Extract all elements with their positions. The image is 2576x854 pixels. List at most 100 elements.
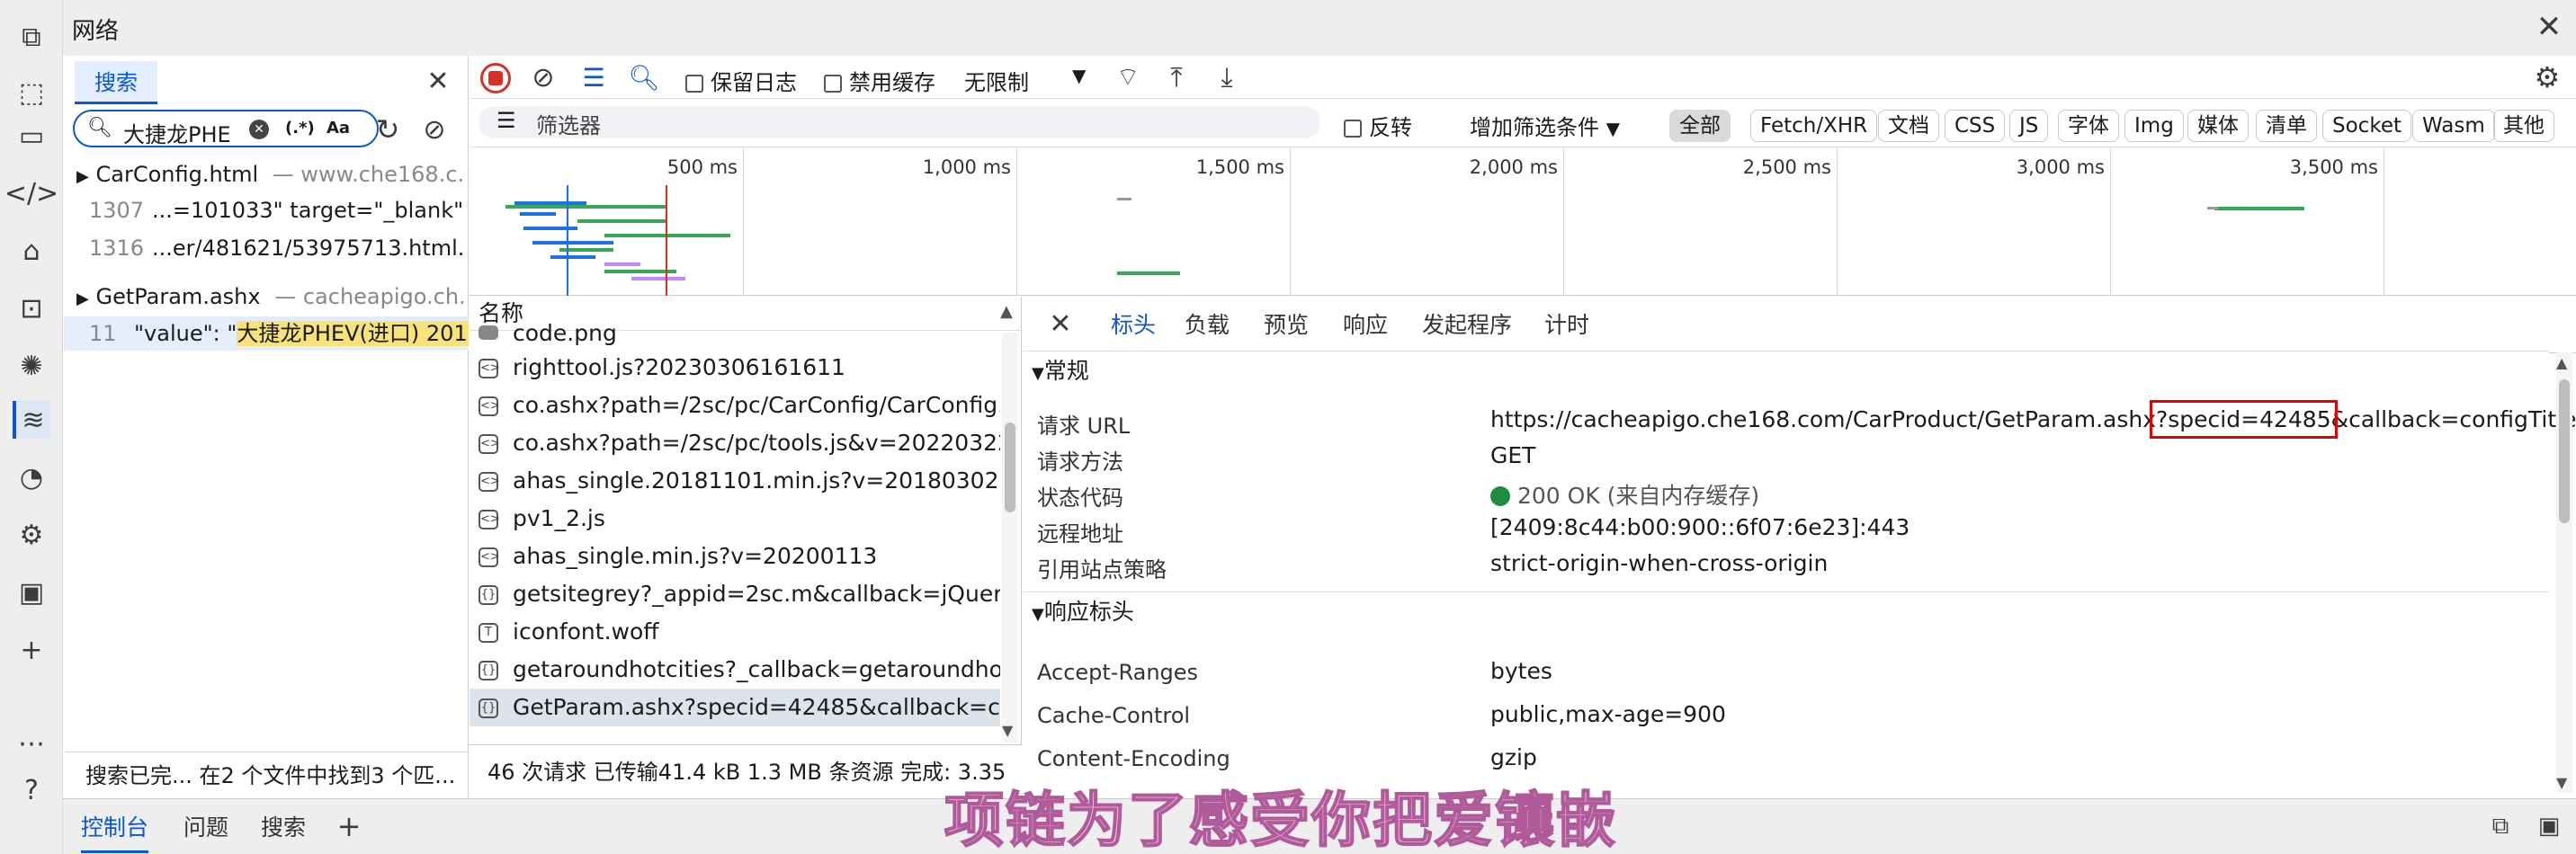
close-search-icon[interactable]: ✕ <box>418 61 458 101</box>
performance-icon[interactable]: ◔ <box>13 458 50 496</box>
upload-icon[interactable]: ⤒ <box>1160 61 1193 93</box>
match-case-toggle[interactable]: Aa <box>326 119 350 138</box>
clear-icon[interactable]: ⊘ <box>527 61 559 93</box>
more-filters-dropdown[interactable]: 增加筛选条件 ▼ <box>1470 110 1620 141</box>
drawer-tab-issues[interactable]: 问题 <box>183 812 228 844</box>
search-input[interactable]: 🔍︎ 大捷龙PHE ✕ (.*) Aa <box>73 110 379 147</box>
result-file[interactable]: ▶ GetParam.ashx — cacheapigo.ch... <box>76 284 463 309</box>
help-icon[interactable]: ? <box>13 771 50 809</box>
detail-scrollbar[interactable]: ▲ ▼ <box>2556 352 2572 793</box>
filter-type-all[interactable]: 全部 <box>1669 110 1731 142</box>
result-line[interactable]: 1307 ...=101033" target="_blank"... <box>89 198 463 223</box>
request-row[interactable]: <> co.ashx?path=/2sc/pc/CarConfig/CarConf… <box>470 387 1000 424</box>
disable-cache-checkbox[interactable]: 禁用缓存 <box>824 65 935 96</box>
result-line-selected[interactable]: 11 "value": "大捷龙PHEV(进口) 201... <box>64 316 469 351</box>
filter-type-css[interactable]: CSS <box>1945 110 2006 142</box>
request-row[interactable]: {} getaroundhotcities?_callback=getaround… <box>470 651 1000 689</box>
inspect-icon[interactable]: ⬚ <box>13 74 50 111</box>
tab-timing[interactable]: 计时 <box>1544 309 1589 342</box>
preserve-log-checkbox[interactable]: 保留日志 <box>685 65 797 96</box>
overview-timeline[interactable]: 500 ms 1,000 ms 1,500 ms 2,000 ms 2,500 … <box>470 147 2576 296</box>
search-icon[interactable]: 🔍︎ <box>628 61 660 93</box>
device-toolbar-icon[interactable]: ⧉ <box>13 18 50 56</box>
tab-preview[interactable]: 预览 <box>1264 309 1309 342</box>
bug-icon[interactable]: ✺ <box>13 347 50 385</box>
request-row[interactable]: <> ahas_single.20181101.min.js?v=20180302… <box>470 462 1000 500</box>
network-status-bar: 46 次请求 已传输41.4 kB 1.3 MB 条资源 完成: 3.35 <box>470 744 1022 798</box>
throttle-select[interactable]: 无限制 ▼ <box>964 65 1099 96</box>
script-icon: <> <box>479 547 500 567</box>
close-icon[interactable]: ✕ <box>2531 9 2567 45</box>
font-icon: T <box>479 623 498 643</box>
add-icon[interactable]: + <box>13 631 50 669</box>
invert-checkbox[interactable]: 反转 <box>1344 110 1412 141</box>
filter-type-socket[interactable]: Socket <box>2322 110 2411 142</box>
tab-response[interactable]: 响应 <box>1343 309 1388 342</box>
filter-type-manifest[interactable]: 清单 <box>2256 110 2317 142</box>
label-request-url: 请求 URL <box>1037 414 1131 439</box>
search-tab[interactable]: 搜索 <box>75 61 157 104</box>
search-status: 搜索已完... 在2 个文件中找到3 个匹... <box>64 752 469 798</box>
response-headers-section-header[interactable]: ▼响应标头 <box>1023 592 2549 631</box>
result-file[interactable]: ▶ CarConfig.html — www.che168.c... <box>76 162 463 187</box>
close-detail-icon[interactable]: ✕ <box>1044 307 1077 340</box>
filter-type-js[interactable]: JS <box>2009 110 2049 142</box>
request-row[interactable]: Ticonfont.woff <box>470 613 1000 651</box>
tab-initiator[interactable]: 发起程序 <box>1422 309 1512 342</box>
result-line[interactable]: 1316 ...er/481621/53975713.html... <box>89 236 463 261</box>
filter-type-fetch-xhr[interactable]: Fetch/XHR <box>1750 110 1878 142</box>
tab-headers[interactable]: 标头 <box>1105 309 1162 354</box>
download-icon[interactable]: ⤓ <box>1211 61 1243 93</box>
drawer-tab-search[interactable]: 搜索 <box>261 812 306 844</box>
regex-toggle[interactable]: (.*) <box>285 119 315 138</box>
filter-input[interactable]: ☰ 筛选器 <box>479 106 1320 138</box>
script-icon: <> <box>479 472 500 492</box>
drawer-tab-console[interactable]: 控制台 <box>81 812 149 853</box>
filter-type-img[interactable]: Img <box>2124 110 2184 142</box>
filter-type-wasm[interactable]: Wasm <box>2412 110 2495 142</box>
add-tab-icon[interactable]: + <box>333 809 365 843</box>
filter-icon[interactable]: ☰ <box>577 61 610 93</box>
request-row[interactable]: code.png <box>470 320 1000 347</box>
filter-placeholder: 筛选器 <box>536 113 601 138</box>
header-value: public,max-age=900 <box>1490 701 1726 727</box>
record-icon[interactable] <box>480 63 511 93</box>
collapse-drawer-icon[interactable]: ▣ <box>2533 810 2565 842</box>
settings-gear-icon[interactable]: ⚙ <box>13 516 50 554</box>
tab-payload[interactable]: 负载 <box>1185 309 1230 342</box>
window-icon[interactable]: ▭ <box>13 117 50 155</box>
label-request-method: 请求方法 <box>1037 449 1123 475</box>
settings-gear-icon[interactable]: ⚙ <box>2531 60 2563 94</box>
filter-type-doc[interactable]: 文档 <box>1878 110 1939 142</box>
home-icon[interactable]: ⌂ <box>13 232 50 270</box>
panel-title-bar: 网络 ✕ <box>63 0 2576 56</box>
status-ok-icon <box>1490 486 1510 506</box>
request-row-selected[interactable]: {} GetParam.ashx?specid=42485&callback=co… <box>470 689 1000 726</box>
network-icon[interactable]: ≋ <box>13 401 50 439</box>
dock-icon[interactable]: ⧉ <box>2484 810 2517 842</box>
scrollbar[interactable]: ▼ <box>1002 333 1018 743</box>
network-toolbar: ⊘ ☰ 🔍︎ 保留日志 禁用缓存 无限制 ▼ ⌔ ⤒ ⤓ ⚙ <box>470 56 2576 99</box>
general-section-header[interactable]: ▼常规 <box>1023 351 2549 390</box>
referrer-policy: strict-origin-when-cross-origin <box>1490 550 1829 576</box>
request-row[interactable]: <> co.ashx?path=/2sc/pc/tools.js&v=202203… <box>470 424 1000 462</box>
network-conditions-icon[interactable]: ⌔ <box>1112 61 1144 93</box>
filter-type-media[interactable]: 媒体 <box>2187 110 2249 142</box>
request-row[interactable]: <> pv1_2.js <box>470 500 1000 538</box>
clear-icon[interactable]: ✕ <box>249 120 269 139</box>
application-icon[interactable]: ▣ <box>13 574 50 611</box>
sort-up-icon[interactable]: ▲ <box>1000 302 1013 321</box>
header-name: Accept-Ranges <box>1037 660 1199 685</box>
refresh-icon[interactable]: ↻ <box>368 110 407 149</box>
clear-results-icon[interactable]: ⊘ <box>415 110 454 149</box>
header-name: Cache-Control <box>1037 703 1191 728</box>
filter-type-other[interactable]: 其他 <box>2493 110 2554 142</box>
filter-type-font[interactable]: 字体 <box>2058 110 2119 142</box>
subtitle-overlay: 项链为了感受你把爱镶嵌 <box>944 786 1617 854</box>
console-icon[interactable]: ⊡ <box>13 289 50 327</box>
more-icon[interactable]: ⋯ <box>13 725 50 762</box>
request-row[interactable]: {} getsitegrey?_appid=2sc.m&callback=jQue… <box>470 575 1000 613</box>
request-row[interactable]: <> righttool.js?20230306161611 <box>470 349 1000 387</box>
elements-icon[interactable]: </> <box>4 174 58 212</box>
request-row[interactable]: <> ahas_single.min.js?v=20200113 <box>470 538 1000 575</box>
